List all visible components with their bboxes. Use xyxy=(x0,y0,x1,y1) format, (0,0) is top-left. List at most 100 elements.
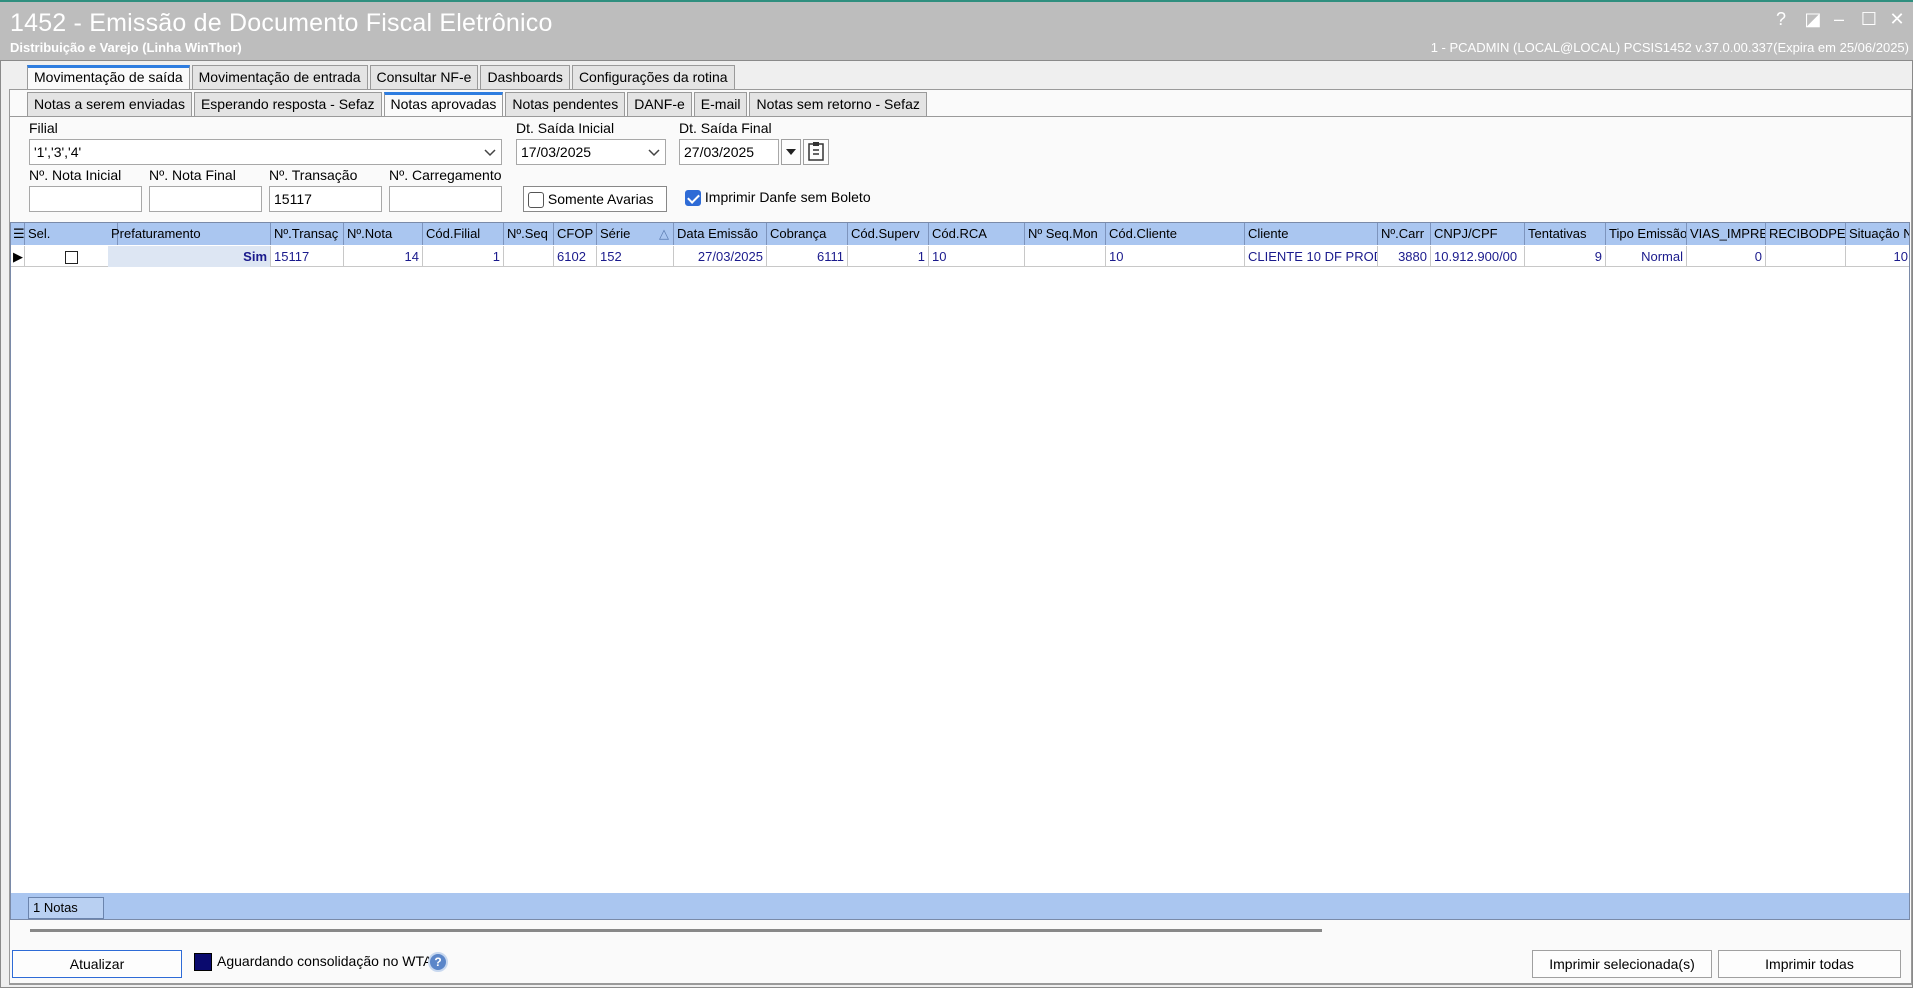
cell-cod-cliente: 10 xyxy=(1106,246,1245,267)
tab-danfe[interactable]: DANF-e xyxy=(627,92,692,116)
help-icon[interactable]: ? xyxy=(1768,8,1794,32)
col-sel[interactable]: Sel. xyxy=(25,223,118,245)
nota-inicial-label: Nº. Nota Inicial xyxy=(29,167,122,183)
horizontal-scrollbar[interactable] xyxy=(30,929,1322,932)
col-prefaturamento[interactable]: Prefaturamento xyxy=(108,223,271,245)
dt-saida-final-value: 27/03/2025 xyxy=(684,144,755,160)
cell-vias: 0 xyxy=(1687,246,1766,267)
chevron-down-icon xyxy=(648,149,660,157)
tab-consultar-nfe[interactable]: Consultar NF-e xyxy=(369,65,479,89)
col-situacao[interactable]: Situação NF xyxy=(1846,223,1909,245)
window-subtitle: Distribuição e Varejo (Linha WinThor) xyxy=(10,40,242,55)
col-superv[interactable]: Cód.Superv xyxy=(848,223,929,245)
row-indicator-icon: ▶ xyxy=(11,246,25,267)
filial-label: Filial xyxy=(29,120,58,136)
cell-filial: 1 xyxy=(423,246,504,267)
cell-cfop: 6102 xyxy=(554,246,597,267)
col-cod-cliente[interactable]: Cód.Cliente xyxy=(1106,223,1245,245)
col-tentativas[interactable]: Tentativas xyxy=(1525,223,1606,245)
cell-cliente: CLIENTE 10 DF PROD xyxy=(1245,246,1378,267)
grid-footer: 1 Notas xyxy=(11,893,1909,919)
help-circle-icon[interactable]: ? xyxy=(428,952,448,972)
carregamento-label: Nº. Carregamento xyxy=(389,167,502,183)
column-chooser-icon[interactable]: ☰ xyxy=(11,223,25,245)
cell-seq xyxy=(504,246,554,267)
filial-select[interactable]: '1','3','4' xyxy=(29,139,502,165)
col-recibo[interactable]: RECIBODPE xyxy=(1766,223,1846,245)
filial-value: '1','3','4' xyxy=(34,144,82,160)
col-nota[interactable]: Nº.Nota xyxy=(344,223,423,245)
somente-avarias-label: Somente Avarias xyxy=(547,191,654,207)
tab-configuracoes-rotina[interactable]: Configurações da rotina xyxy=(571,65,735,89)
col-cfop[interactable]: CFOP xyxy=(554,223,597,245)
dt-saida-inicial-input[interactable]: 17/03/2025 xyxy=(516,139,666,165)
cell-cobranca: 6111 xyxy=(767,246,848,267)
imprimir-todas-button[interactable]: Imprimir todas xyxy=(1718,950,1901,978)
col-cliente[interactable]: Cliente xyxy=(1245,223,1378,245)
col-serie[interactable]: Série △ xyxy=(597,223,674,245)
cell-serie: 152 xyxy=(597,246,674,267)
atualizar-button[interactable]: Atualizar xyxy=(12,950,182,978)
col-filial[interactable]: Cód.Filial xyxy=(423,223,504,245)
minimize-icon[interactable]: – xyxy=(1826,8,1852,32)
col-cobranca[interactable]: Cobrança xyxy=(767,223,848,245)
cell-cnpj: 10.912.900/00 xyxy=(1431,246,1525,267)
cell-recibo xyxy=(1766,246,1846,267)
col-serie-label: Série xyxy=(600,226,631,241)
nota-final-label: Nº. Nota Final xyxy=(149,167,236,183)
col-rca[interactable]: Cód.RCA xyxy=(929,223,1025,245)
tab-email[interactable]: E-mail xyxy=(693,92,748,116)
close-icon[interactable]: ✕ xyxy=(1884,8,1910,32)
maximize-icon[interactable]: ☐ xyxy=(1856,8,1882,32)
session-info: 1 - PCADMIN (LOCAL@LOCAL) PCSIS1452 v.37… xyxy=(1430,40,1909,55)
cell-transacao: 15117 xyxy=(271,246,344,267)
row-select-checkbox[interactable] xyxy=(25,246,118,267)
somente-avarias-checkbox[interactable]: Somente Avarias xyxy=(523,186,667,212)
nota-final-input[interactable] xyxy=(149,186,262,212)
col-seq[interactable]: Nº.Seq xyxy=(504,223,554,245)
imprimir-danfe-box[interactable] xyxy=(685,190,701,207)
tab-notas-serem-enviadas[interactable]: Notas a serem enviadas xyxy=(27,92,192,116)
clipboard-calendar-icon xyxy=(808,142,824,161)
tab-movimentacao-saida[interactable]: Movimentação de saída xyxy=(27,65,190,89)
cell-prefaturamento: Sim xyxy=(108,246,271,267)
tab-notas-pendentes[interactable]: Notas pendentes xyxy=(505,92,626,116)
col-cnpj[interactable]: CNPJ/CPF xyxy=(1431,223,1525,245)
col-seq-mon[interactable]: Nº Seq.Mon xyxy=(1025,223,1106,245)
row-select-box[interactable] xyxy=(64,251,78,265)
col-carr[interactable]: Nº.Carr xyxy=(1378,223,1431,245)
tab-movimentacao-entrada[interactable]: Movimentação de entrada xyxy=(191,65,368,89)
legend-color-swatch xyxy=(194,953,212,971)
transacao-input[interactable]: 15117 xyxy=(269,186,382,212)
cell-carr: 3880 xyxy=(1378,246,1431,267)
imprimir-danfe-checkbox[interactable]: Imprimir Danfe sem Boleto xyxy=(685,189,871,207)
col-tipo-emissao[interactable]: Tipo Emissão xyxy=(1606,223,1687,245)
cell-tentativas: 9 xyxy=(1525,246,1606,267)
cell-rca: 10 xyxy=(929,246,1025,267)
tab-dashboards[interactable]: Dashboards xyxy=(480,65,570,89)
notes-grid: ☰ Sel. Prefaturamento Nº.Transaç Nº.Nota… xyxy=(10,222,1910,920)
dt-saida-final-input[interactable]: 27/03/2025 xyxy=(679,139,779,165)
col-vias[interactable]: VIAS_IMPRE xyxy=(1687,223,1766,245)
col-data-emissao[interactable]: Data Emissão xyxy=(674,223,767,245)
nota-inicial-input[interactable] xyxy=(29,186,142,212)
main-tab-row: Movimentação de saída Movimentação de en… xyxy=(27,65,737,89)
dt-final-dropdown-button[interactable] xyxy=(781,139,801,165)
calendar-button[interactable] xyxy=(803,139,829,165)
table-row[interactable]: ▶ Sim 15117 14 1 6102 152 27/03/2025 611… xyxy=(11,246,1909,267)
somente-avarias-box[interactable] xyxy=(528,192,544,209)
window-title: 1452 - Emissão de Documento Fiscal Eletr… xyxy=(10,9,553,37)
imprimir-selecionada-button[interactable]: Imprimir selecionada(s) xyxy=(1532,950,1712,978)
tab-notas-aprovadas[interactable]: Notas aprovadas xyxy=(383,92,504,116)
title-bar: 1452 - Emissão de Documento Fiscal Eletr… xyxy=(0,0,1913,60)
tab-esperando-resposta[interactable]: Esperando resposta - Sefaz xyxy=(193,92,382,116)
restore-alt-icon[interactable]: ◪ xyxy=(1800,8,1826,32)
chevron-down-icon xyxy=(484,149,496,157)
notes-count: 1 Notas xyxy=(28,897,104,919)
dt-saida-final-label: Dt. Saída Final xyxy=(679,120,772,136)
carregamento-input[interactable] xyxy=(389,186,502,212)
sub-tab-row: Notas a serem enviadas Esperando respost… xyxy=(27,92,929,116)
col-transacao[interactable]: Nº.Transaç xyxy=(271,223,344,245)
dt-saida-inicial-label: Dt. Saída Inicial xyxy=(516,120,615,136)
tab-notas-sem-retorno[interactable]: Notas sem retorno - Sefaz xyxy=(749,92,927,116)
